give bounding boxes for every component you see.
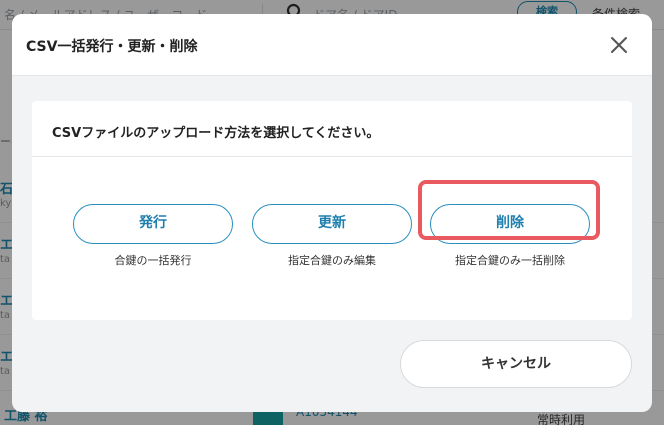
update-description: 指定合鍵のみ編集 (288, 254, 376, 267)
modal-header: CSV一括発行・更新・削除 (12, 14, 652, 76)
csv-modal: CSV一括発行・更新・削除 CSVファイルのアップロード方法を選択してください。… (12, 14, 652, 412)
close-icon[interactable] (608, 34, 630, 56)
modal-title: CSV一括発行・更新・削除 (26, 39, 198, 55)
issue-button[interactable]: 発行 (73, 204, 233, 244)
card-header: CSVファイルのアップロード方法を選択してください。 (32, 101, 632, 157)
cancel-button[interactable]: キャンセル (400, 340, 632, 388)
issue-description: 合鍵の一括発行 (114, 254, 192, 267)
highlight-box (418, 180, 600, 240)
instruction-text: CSVファイルのアップロード方法を選択してください。 (52, 126, 380, 141)
update-button[interactable]: 更新 (252, 204, 412, 244)
delete-description: 指定合鍵のみ一括削除 (455, 254, 565, 267)
